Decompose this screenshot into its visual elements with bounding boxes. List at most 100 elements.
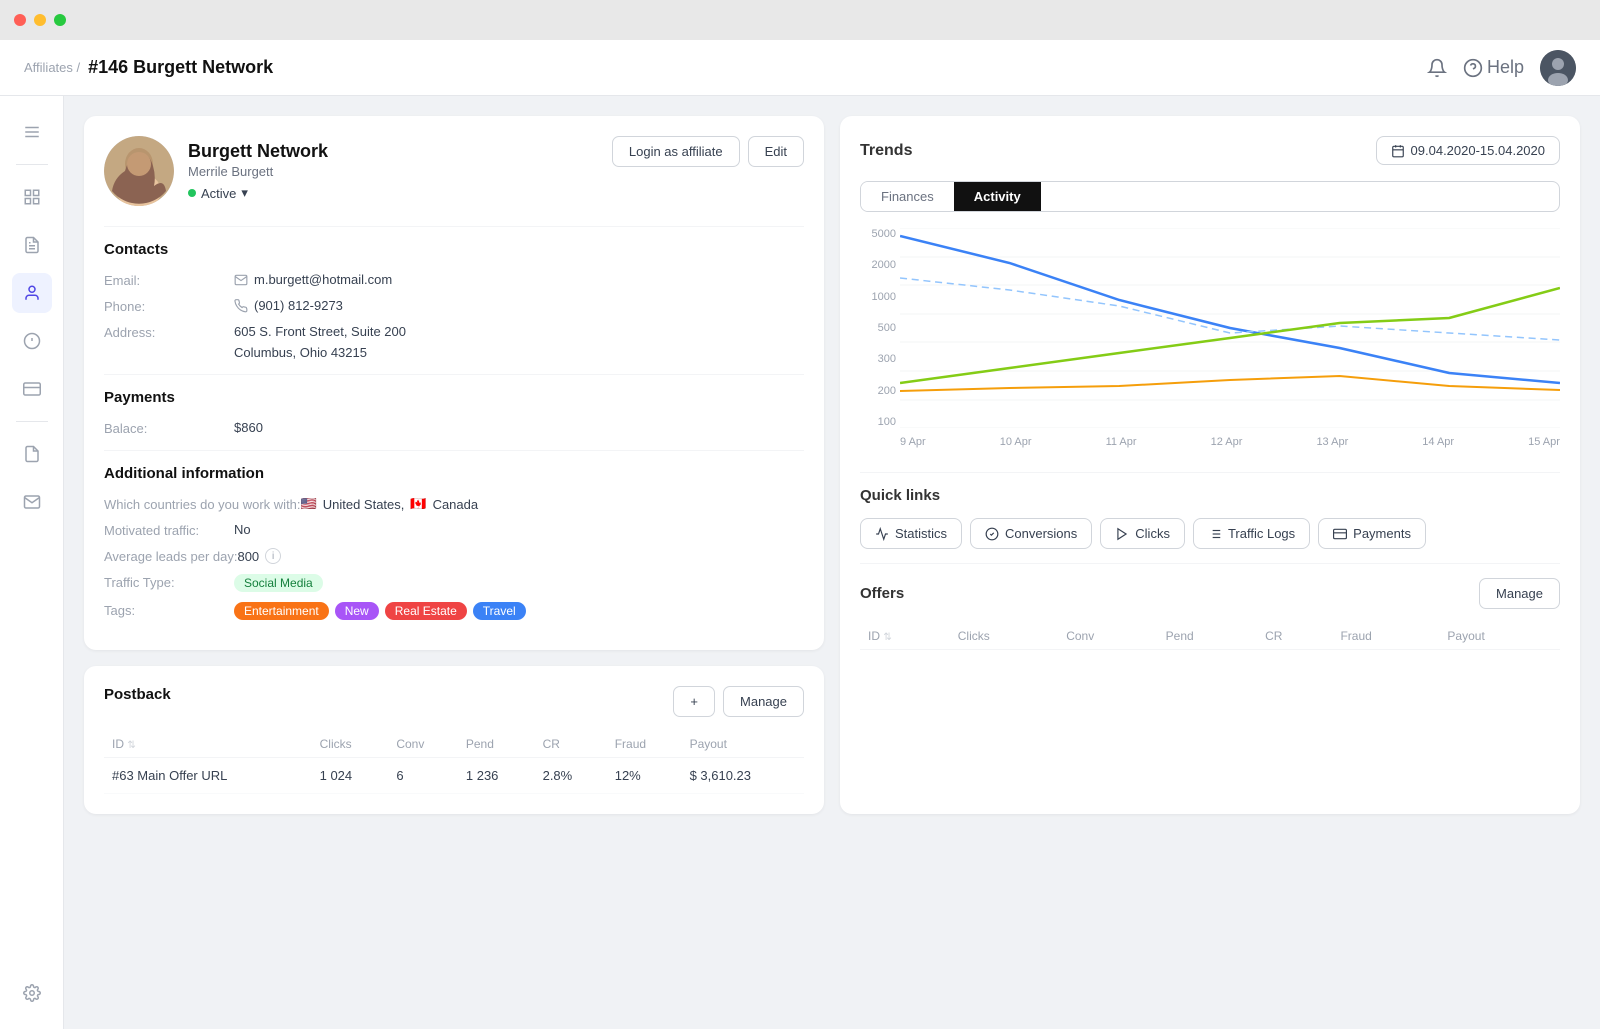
quick-link-traffic-logs[interactable]: Traffic Logs [1193, 518, 1310, 549]
email-value: m.burgett@hotmail.com [234, 272, 392, 287]
offers-header: Offers Manage [860, 578, 1560, 609]
x-label-11apr: 11 Apr [1106, 436, 1137, 448]
row-fraud: 12% [607, 758, 682, 794]
address-row: Address: 605 S. Front Street, Suite 200 … [104, 324, 804, 360]
status-dot [188, 189, 196, 197]
profile-actions: Login as affiliate Edit [612, 136, 804, 167]
offers-title: Offers [860, 585, 904, 602]
trends-chart: 5000 2000 1000 500 300 200 100 [860, 228, 1560, 448]
divider-quick-links [860, 472, 1560, 473]
status-label: Active [201, 186, 236, 201]
y-label-1000: 1000 [860, 291, 896, 303]
traffic-type-label: Traffic Type: [104, 574, 234, 590]
profile-header: Burgett Network Merrile Burgett Active ▾… [104, 136, 804, 206]
sidebar-item-menu[interactable] [12, 112, 52, 152]
topnav: Affiliates / #146 Burgett Network Help [0, 40, 1600, 96]
row-cr: 2.8% [535, 758, 607, 794]
postback-col-clicks: Clicks [312, 731, 389, 758]
postback-add-button[interactable]: + [673, 686, 715, 717]
row-conv: 6 [388, 758, 458, 794]
sidebar-item-dashboard[interactable] [12, 177, 52, 217]
profile-info: Burgett Network Merrile Burgett Active ▾ [104, 136, 328, 206]
email-text: m.burgett@hotmail.com [254, 272, 392, 287]
green-line [900, 288, 1560, 383]
edit-button[interactable]: Edit [748, 136, 804, 167]
chart-lines [900, 228, 1560, 428]
motivated-label: Motivated traffic: [104, 522, 234, 538]
tag-new: New [335, 602, 379, 620]
quick-link-conversions-label: Conversions [1005, 526, 1077, 541]
postback-col-conv: Conv [388, 731, 458, 758]
info-icon: i [265, 548, 281, 564]
status-badge[interactable]: Active ▾ [188, 185, 248, 201]
offers-manage-button[interactable]: Manage [1479, 578, 1560, 609]
additional-title: Additional information [104, 465, 804, 482]
quick-link-conversions[interactable]: Conversions [970, 518, 1092, 549]
trends-card: Trends 09.04.2020-15.04.2020 Finances Ac… [840, 116, 1580, 814]
postback-col-fraud: Fraud [607, 731, 682, 758]
notifications-button[interactable] [1427, 58, 1447, 78]
offers-col-fraud: Fraud [1332, 623, 1439, 650]
row-pend: 1 236 [458, 758, 535, 794]
quick-link-payments-label: Payments [1353, 526, 1411, 541]
help-button[interactable]: Help [1463, 57, 1524, 78]
tab-activity[interactable]: Activity [954, 182, 1041, 211]
table-row: #63 Main Offer URL 1 024 6 1 236 2.8% 12… [104, 758, 804, 794]
address-value: 605 S. Front Street, Suite 200 Columbus,… [234, 324, 406, 360]
sidebar-item-settings[interactable] [12, 973, 52, 1013]
phone-text: (901) 812-9273 [254, 298, 343, 313]
chart-yaxis: 5000 2000 1000 500 300 200 100 [860, 228, 900, 428]
sidebar-item-offers[interactable] [12, 321, 52, 361]
y-label-2000: 2000 [860, 259, 896, 271]
sidebar-divider-1 [16, 164, 48, 165]
sidebar-item-contacts[interactable] [12, 225, 52, 265]
quick-link-traffic-logs-label: Traffic Logs [1228, 526, 1295, 541]
countries-value: 🇺🇸 United States, 🇨🇦 Canada [301, 496, 479, 512]
traffic-type-value: Social Media [234, 574, 323, 592]
postback-table: ID ⇅ Clicks Conv Pend CR Fraud Payout #6… [104, 731, 804, 794]
offers-col-pend: Pend [1158, 623, 1257, 650]
sidebar-divider-2 [16, 421, 48, 422]
postback-col-id: ID ⇅ [104, 731, 312, 758]
date-range-picker[interactable]: 09.04.2020-15.04.2020 [1376, 136, 1560, 165]
x-label-9apr: 9 Apr [900, 436, 926, 448]
row-id: #63 Main Offer URL [104, 758, 312, 794]
offer-link[interactable]: #63 Main Offer URL [112, 768, 227, 783]
avatar[interactable] [1540, 50, 1576, 86]
sidebar-item-reports[interactable] [12, 434, 52, 474]
address-label: Address: [104, 324, 234, 340]
leads-value: 800 i [237, 548, 281, 564]
offers-col-cr: CR [1257, 623, 1332, 650]
dashed-blue-line [900, 278, 1560, 340]
address-line2: Columbus, Ohio 43215 [234, 345, 367, 360]
quick-link-clicks[interactable]: Clicks [1100, 518, 1185, 549]
quick-link-statistics[interactable]: Statistics [860, 518, 962, 549]
quick-links-row: Statistics Conversions Clicks Traffic Lo… [860, 518, 1560, 549]
breadcrumb: Affiliates / [24, 60, 80, 75]
postback-manage-button[interactable]: Manage [723, 686, 804, 717]
offers-table: ID ⇅ Clicks Conv Pend CR Fraud Payout [860, 623, 1560, 650]
login-as-affiliate-button[interactable]: Login as affiliate [612, 136, 740, 167]
sidebar-item-affiliates[interactable] [12, 273, 52, 313]
leads-label: Average leads per day: [104, 548, 237, 564]
quick-links-title: Quick links [860, 487, 1560, 504]
countries-us: United States, [323, 497, 405, 512]
trend-tabs: Finances Activity [860, 181, 1560, 212]
row-clicks: 1 024 [312, 758, 389, 794]
sidebar-item-payments[interactable] [12, 369, 52, 409]
profile-name: Burgett Network [188, 141, 328, 162]
sidebar [0, 96, 64, 1029]
tag-entertainment: Entertainment [234, 602, 329, 620]
contacts-title: Contacts [104, 241, 804, 258]
tab-finances[interactable]: Finances [861, 182, 954, 211]
sidebar-item-messages[interactable] [12, 482, 52, 522]
phone-row: Phone: (901) 812-9273 [104, 298, 804, 314]
tags-row: Tags: Entertainment New Real Estate Trav… [104, 602, 804, 620]
balance-label: Balace: [104, 420, 234, 436]
postback-col-cr: CR [535, 731, 607, 758]
topnav-actions: Help [1427, 50, 1576, 86]
balance-value: $860 [234, 420, 263, 435]
countries-row: Which countries do you work with: 🇺🇸 Uni… [104, 496, 804, 512]
quick-link-payments[interactable]: Payments [1318, 518, 1426, 549]
address-line1: 605 S. Front Street, Suite 200 [234, 324, 406, 339]
